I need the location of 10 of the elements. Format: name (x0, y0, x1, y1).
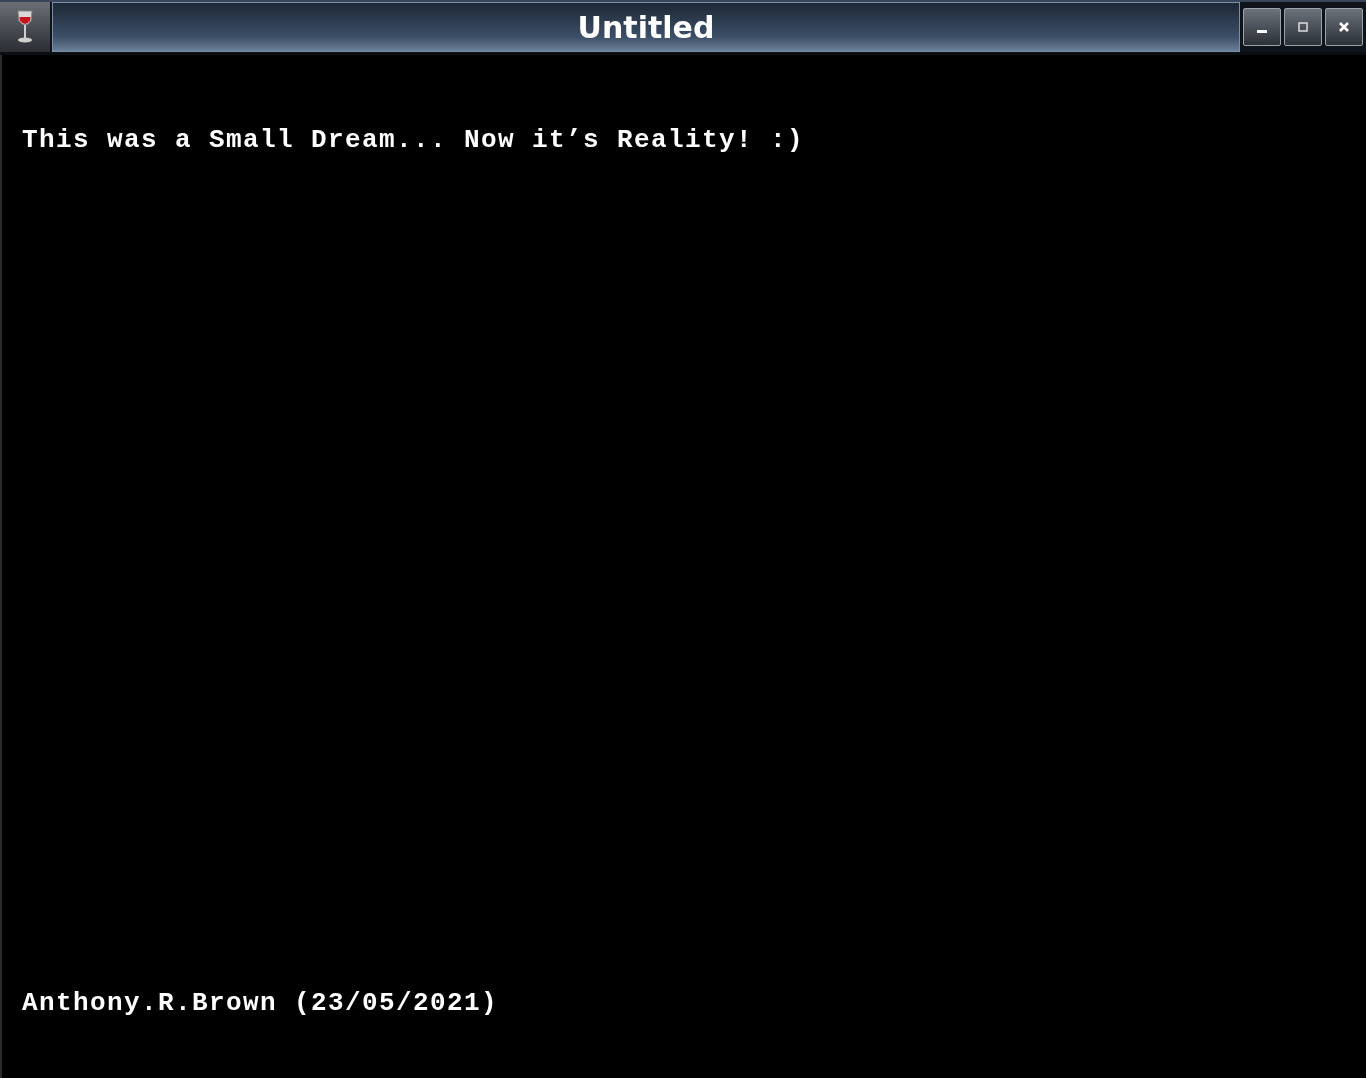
minimize-button[interactable] (1243, 8, 1281, 46)
wine-glass-icon[interactable] (15, 9, 35, 45)
text-line: Anthony.R.Brown (23/05/2021) (22, 988, 499, 1018)
close-icon (1338, 21, 1350, 33)
text-line: This was a Small Dream... Now it’s Reality! :) (22, 125, 805, 155)
maximize-icon (1297, 21, 1309, 33)
minimize-icon (1257, 29, 1267, 33)
maximize-button[interactable] (1284, 8, 1322, 46)
window-title: Untitled (577, 9, 715, 45)
close-button[interactable] (1325, 8, 1363, 46)
